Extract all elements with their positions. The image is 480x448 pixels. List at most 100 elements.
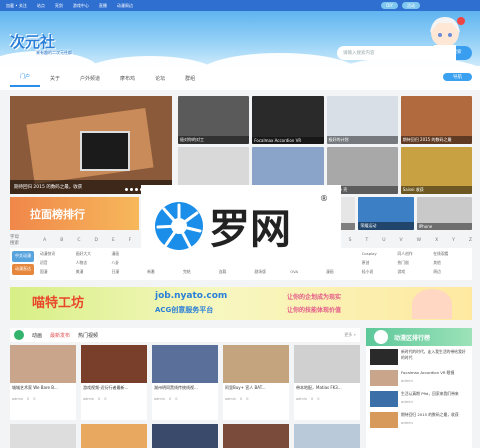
category-link[interactable]: 国漫 [40, 269, 75, 277]
rank-item[interactable]: 期待回归 2015 的数码之最，收获 admin [366, 409, 472, 430]
letter-filter[interactable]: V [400, 238, 403, 243]
thumb-item[interactable]: 荣耀运动 [358, 197, 414, 230]
letter-filter[interactable]: A [43, 238, 46, 243]
rank-title[interactable]: Focalmax Accordion VR 眼镜 [401, 370, 454, 375]
category-link[interactable]: 连载 [219, 269, 254, 277]
thumb-item[interactable]: 极好的计划 [326, 96, 398, 144]
letter-filter[interactable]: U [382, 238, 385, 243]
video-card[interactable]: 带本地配，Matias FK3... admin 0 0 [294, 345, 360, 420]
rank-thumbnail[interactable] [370, 391, 398, 407]
category-link[interactable]: 同人创作 [398, 251, 433, 259]
top-link[interactable]: 亮剑 [55, 3, 63, 9]
card-title[interactable]: 带本地配，Matias FK3... [294, 383, 360, 396]
letter-filter[interactable]: B [60, 238, 63, 243]
ad-banner[interactable]: 喵特工坊 job.nyato.com ACG创意服务平台 让你的企划成为现实 让… [10, 287, 472, 320]
nav-guide-button[interactable]: 导航 [443, 73, 472, 81]
video-card[interactable] [81, 424, 147, 448]
rank-title[interactable]: 新时代的时代，走入我生活的带给我好的时代 [401, 349, 466, 360]
rank-item[interactable]: 生活认真期 Pfid，回家来我们带来 admin [366, 388, 472, 409]
category-link[interactable]: 周边 [433, 269, 468, 277]
category-link[interactable]: 美漫 [76, 269, 111, 277]
letter-filter[interactable]: E [112, 238, 115, 243]
top-link[interactable]: 站点 [37, 3, 45, 9]
top-link[interactable]: 直播 [99, 3, 107, 9]
category-link[interactable]: 轻小说 [362, 269, 397, 277]
letter-filter[interactable]: Z [469, 238, 472, 243]
category-link[interactable]: Cosplay [362, 251, 397, 259]
category-link[interactable]: 画好大大 [76, 251, 111, 259]
category-link[interactable]: OVA [290, 269, 325, 277]
letter-filter[interactable]: Y [452, 238, 455, 243]
site-logo[interactable]: 次元社 来有趣的二次元社群 [10, 31, 72, 56]
category-link[interactable]: 人物志 [76, 260, 111, 268]
card-title[interactable]: 城城艺术家 We Bare B... [10, 383, 76, 396]
card-title[interactable]: 阿里Buy+ 宣人 BAT... [223, 383, 289, 396]
video-card[interactable]: 湖州明同黑线传统线视... admin 0 0 [152, 345, 218, 420]
nav-item-about[interactable]: 关于 [40, 75, 70, 82]
top-links: 加載 • 关注 站点 亮剑 游戏中心 直播 动漫周边 [6, 3, 133, 9]
category-link[interactable]: 热门剧 [398, 260, 433, 268]
tab-latest[interactable]: 最新发布 [50, 332, 70, 339]
video-card[interactable] [294, 424, 360, 448]
hero-slide[interactable]: 期待回归 2015 的数码之最，收获 [10, 96, 172, 194]
letter-filter[interactable]: S [349, 238, 352, 243]
thumb-item[interactable]: Focalmax Accordion VR [252, 96, 324, 144]
video-card[interactable]: 阿里Buy+ 宣人 BAT... admin 0 0 [223, 345, 289, 420]
more-link[interactable]: 更多 » [344, 332, 356, 338]
rank-item[interactable]: 新时代的时代，走入我生活的带给我好的时代 admin [366, 346, 472, 367]
rank-title[interactable]: 期待回归 2015 的数码之最，收获 [401, 412, 459, 417]
event-button[interactable]: 活动 [402, 2, 420, 9]
card-likes: 0 [175, 397, 178, 401]
nav-item-groups[interactable]: 群组 [175, 75, 205, 82]
rank-thumbnail[interactable] [370, 412, 398, 428]
category-link[interactable]: 新番 [147, 269, 182, 277]
thumb-item[interactable]: Saisei 收获 [400, 146, 472, 194]
card-thumbnail[interactable] [10, 345, 76, 383]
nav-item-outdoor[interactable]: 户外频道 [70, 75, 110, 82]
video-card[interactable] [152, 424, 218, 448]
letter-filter[interactable]: X [435, 238, 438, 243]
video-card[interactable]: 城城艺术家 We Bare B... admin 0 0 [10, 345, 76, 420]
thumb-item[interactable]: 期待回归 2015 的数码之最 [400, 96, 472, 144]
nav-item-forum[interactable]: 论坛 [145, 75, 175, 82]
nav-item-home[interactable]: 门户 [10, 69, 41, 87]
category-link[interactable]: 日漫 [112, 269, 147, 277]
card-thumbnail[interactable] [81, 345, 147, 383]
rank-thumbnail[interactable] [370, 370, 398, 386]
category-link[interactable]: 游戏 [398, 269, 433, 277]
category-link[interactable]: 在线观看 [433, 251, 468, 259]
letter-filter[interactable]: W [417, 238, 421, 243]
category-link[interactable]: 其他 [433, 260, 468, 268]
category-link[interactable]: 初音 [40, 260, 75, 268]
rank-thumbnail[interactable] [370, 349, 398, 365]
top-link[interactable]: 游戏中心 [73, 3, 89, 9]
card-thumbnail[interactable] [152, 345, 218, 383]
ranking-banner[interactable]: 拉面榜排行 [10, 197, 139, 230]
diy-button[interactable]: DIY [381, 2, 398, 9]
category-link[interactable]: 原创 [362, 260, 397, 268]
rank-item[interactable]: Focalmax Accordion VR 眼镜 admin [366, 367, 472, 388]
top-link[interactable]: 加載 • 关注 [6, 3, 27, 9]
category-link[interactable]: 动漫快讯 [40, 251, 75, 259]
thumb-item[interactable]: 极对你的对工 [178, 96, 250, 144]
letter-filter[interactable]: F [129, 238, 132, 243]
thumb-item[interactable]: IPhone [416, 197, 472, 230]
tab-hot[interactable]: 热门视频 [78, 332, 98, 339]
card-title[interactable]: 湖州明同黑线传统线视... [152, 383, 218, 396]
top-bar: 加載 • 关注 站点 亮剑 游戏中心 直播 动漫周边 DIY 活动 [0, 0, 480, 11]
category-link[interactable]: 漫画 [326, 269, 361, 277]
card-thumbnail[interactable] [294, 345, 360, 383]
video-card[interactable] [223, 424, 289, 448]
video-card[interactable]: 游戏视频-近衍行者最新... admin 0 0 [81, 345, 147, 420]
letter-filter[interactable]: C [77, 238, 80, 243]
nav-item-mobuji[interactable]: 摩布鸡 [110, 75, 145, 82]
card-thumbnail[interactable] [223, 345, 289, 383]
card-title[interactable]: 游戏视频-近衍行者最新... [81, 383, 147, 396]
rank-title[interactable]: 生活认真期 Pfid，回家来我们带来 [401, 391, 459, 396]
category-link[interactable]: 剧场版 [255, 269, 290, 277]
category-link[interactable]: 完结 [183, 269, 218, 277]
letter-filter[interactable]: T [365, 238, 368, 243]
letter-filter[interactable]: D [94, 238, 97, 243]
top-link[interactable]: 动漫周边 [117, 3, 133, 9]
video-card[interactable] [10, 424, 76, 448]
